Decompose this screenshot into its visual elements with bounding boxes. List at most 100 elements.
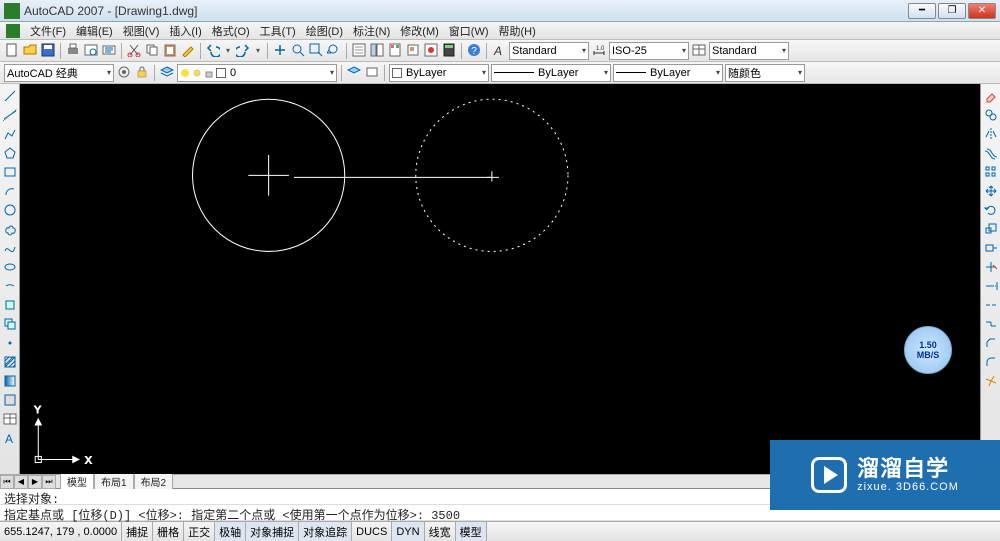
menu-draw[interactable]: 绘图(D) — [302, 22, 347, 40]
chamfer-tool[interactable] — [983, 335, 999, 351]
status-model[interactable]: 模型 — [456, 522, 487, 541]
workspace-lock-button[interactable] — [134, 65, 150, 81]
hatch-tool[interactable] — [2, 354, 18, 370]
text-style-button[interactable]: A — [491, 43, 507, 59]
menu-edit[interactable]: 编辑(E) — [72, 22, 117, 40]
menu-view[interactable]: 视图(V) — [119, 22, 164, 40]
insert-block-tool[interactable] — [2, 297, 18, 313]
layer-manager-button[interactable] — [159, 65, 175, 81]
layer-states-button[interactable] — [364, 65, 380, 81]
plotstyle-combo[interactable]: 随颜色 ▾ — [725, 64, 805, 82]
arc-tool[interactable] — [2, 183, 18, 199]
menu-tools[interactable]: 工具(T) — [256, 22, 300, 40]
stretch-tool[interactable] — [983, 240, 999, 256]
table-style-button[interactable] — [691, 43, 707, 59]
polygon-tool[interactable] — [2, 145, 18, 161]
copy-button[interactable] — [144, 43, 160, 59]
ellipse-tool[interactable] — [2, 259, 18, 275]
trim-tool[interactable] — [983, 259, 999, 275]
print-button[interactable] — [65, 43, 81, 59]
table-tool[interactable] — [2, 411, 18, 427]
calc-button[interactable] — [441, 43, 457, 59]
menu-modify[interactable]: 修改(M) — [396, 22, 443, 40]
status-ducs[interactable]: DUCS — [352, 522, 392, 541]
break-tool[interactable] — [983, 297, 999, 313]
maximize-button[interactable]: ❐ — [938, 3, 966, 19]
coordinate-readout[interactable]: 655.1247, 179 , 0.0000 — [0, 522, 122, 541]
pan-button[interactable] — [272, 43, 288, 59]
status-otrack[interactable]: 对象追踪 — [299, 522, 352, 541]
workspace-settings-button[interactable] — [116, 65, 132, 81]
close-button[interactable]: ✕ — [968, 3, 996, 19]
menu-insert[interactable]: 插入(I) — [165, 22, 205, 40]
status-polar[interactable]: 极轴 — [215, 522, 246, 541]
menu-window[interactable]: 窗口(W) — [445, 22, 493, 40]
erase-tool[interactable] — [983, 88, 999, 104]
status-lwt[interactable]: 线宽 — [425, 522, 456, 541]
circle-tool[interactable] — [2, 202, 18, 218]
plot-preview-button[interactable] — [83, 43, 99, 59]
mirror-tool[interactable] — [983, 126, 999, 142]
line-tool[interactable] — [2, 88, 18, 104]
markup-button[interactable] — [423, 43, 439, 59]
zoom-prev-button[interactable] — [326, 43, 342, 59]
system-menu-icon[interactable] — [6, 24, 20, 38]
menu-format[interactable]: 格式(O) — [208, 22, 254, 40]
rectangle-tool[interactable] — [2, 164, 18, 180]
open-button[interactable] — [22, 43, 38, 59]
dim-style-button[interactable]: 1.0 — [591, 43, 607, 59]
region-tool[interactable] — [2, 392, 18, 408]
rotate-tool[interactable] — [983, 202, 999, 218]
point-tool[interactable] — [2, 335, 18, 351]
linetype-combo[interactable]: ByLayer ▾ — [491, 64, 611, 82]
new-button[interactable] — [4, 43, 20, 59]
revcloud-tool[interactable] — [2, 221, 18, 237]
undo-dropdown[interactable]: ▾ — [223, 43, 233, 59]
status-osnap[interactable]: 对象捕捉 — [246, 522, 299, 541]
fillet-tool[interactable] — [983, 354, 999, 370]
match-prop-button[interactable] — [180, 43, 196, 59]
layer-prev-button[interactable] — [346, 65, 362, 81]
make-block-tool[interactable] — [2, 316, 18, 332]
cut-button[interactable] — [126, 43, 142, 59]
move-tool[interactable] — [983, 183, 999, 199]
zoom-rt-button[interactable] — [290, 43, 306, 59]
status-ortho[interactable]: 正交 — [184, 522, 215, 541]
ellipse-arc-tool[interactable] — [2, 278, 18, 294]
properties-button[interactable] — [351, 43, 367, 59]
array-tool[interactable] — [983, 164, 999, 180]
status-snap[interactable]: 捕捉 — [122, 522, 153, 541]
drawing-canvas[interactable]: X Y 1.50 MB/S — [20, 84, 980, 474]
status-dyn[interactable]: DYN — [392, 522, 424, 541]
redo-dropdown[interactable]: ▾ — [253, 43, 263, 59]
minimize-button[interactable]: ━ — [908, 3, 936, 19]
menu-file[interactable]: 文件(F) — [26, 22, 70, 40]
publish-button[interactable] — [101, 43, 117, 59]
text-style-combo[interactable]: Standard▾ — [509, 42, 589, 60]
xline-tool[interactable] — [2, 107, 18, 123]
layer-combo[interactable]: 0 ▾ — [177, 64, 337, 82]
extend-tool[interactable] — [983, 278, 999, 294]
color-combo[interactable]: ByLayer ▾ — [389, 64, 489, 82]
tool-pal-button[interactable] — [387, 43, 403, 59]
tab-first-button[interactable]: ⏮ — [0, 475, 14, 489]
zoom-win-button[interactable] — [308, 43, 324, 59]
undo-button[interactable] — [205, 43, 221, 59]
paste-button[interactable] — [162, 43, 178, 59]
redo-button[interactable] — [235, 43, 251, 59]
table-style-combo[interactable]: Standard▾ — [709, 42, 789, 60]
menu-help[interactable]: 帮助(H) — [495, 22, 540, 40]
workspace-combo[interactable]: AutoCAD 经典▾ — [4, 64, 114, 82]
dc-button[interactable] — [369, 43, 385, 59]
dim-style-combo[interactable]: ISO-25▾ — [609, 42, 689, 60]
scale-tool[interactable] — [983, 221, 999, 237]
help-button[interactable]: ? — [466, 43, 482, 59]
spline-tool[interactable] — [2, 240, 18, 256]
menu-dim[interactable]: 标注(N) — [349, 22, 394, 40]
save-button[interactable] — [40, 43, 56, 59]
offset-tool[interactable] — [983, 145, 999, 161]
mtext-tool[interactable]: A — [2, 430, 18, 446]
explode-tool[interactable] — [983, 373, 999, 389]
join-tool[interactable] — [983, 316, 999, 332]
gradient-tool[interactable] — [2, 373, 18, 389]
